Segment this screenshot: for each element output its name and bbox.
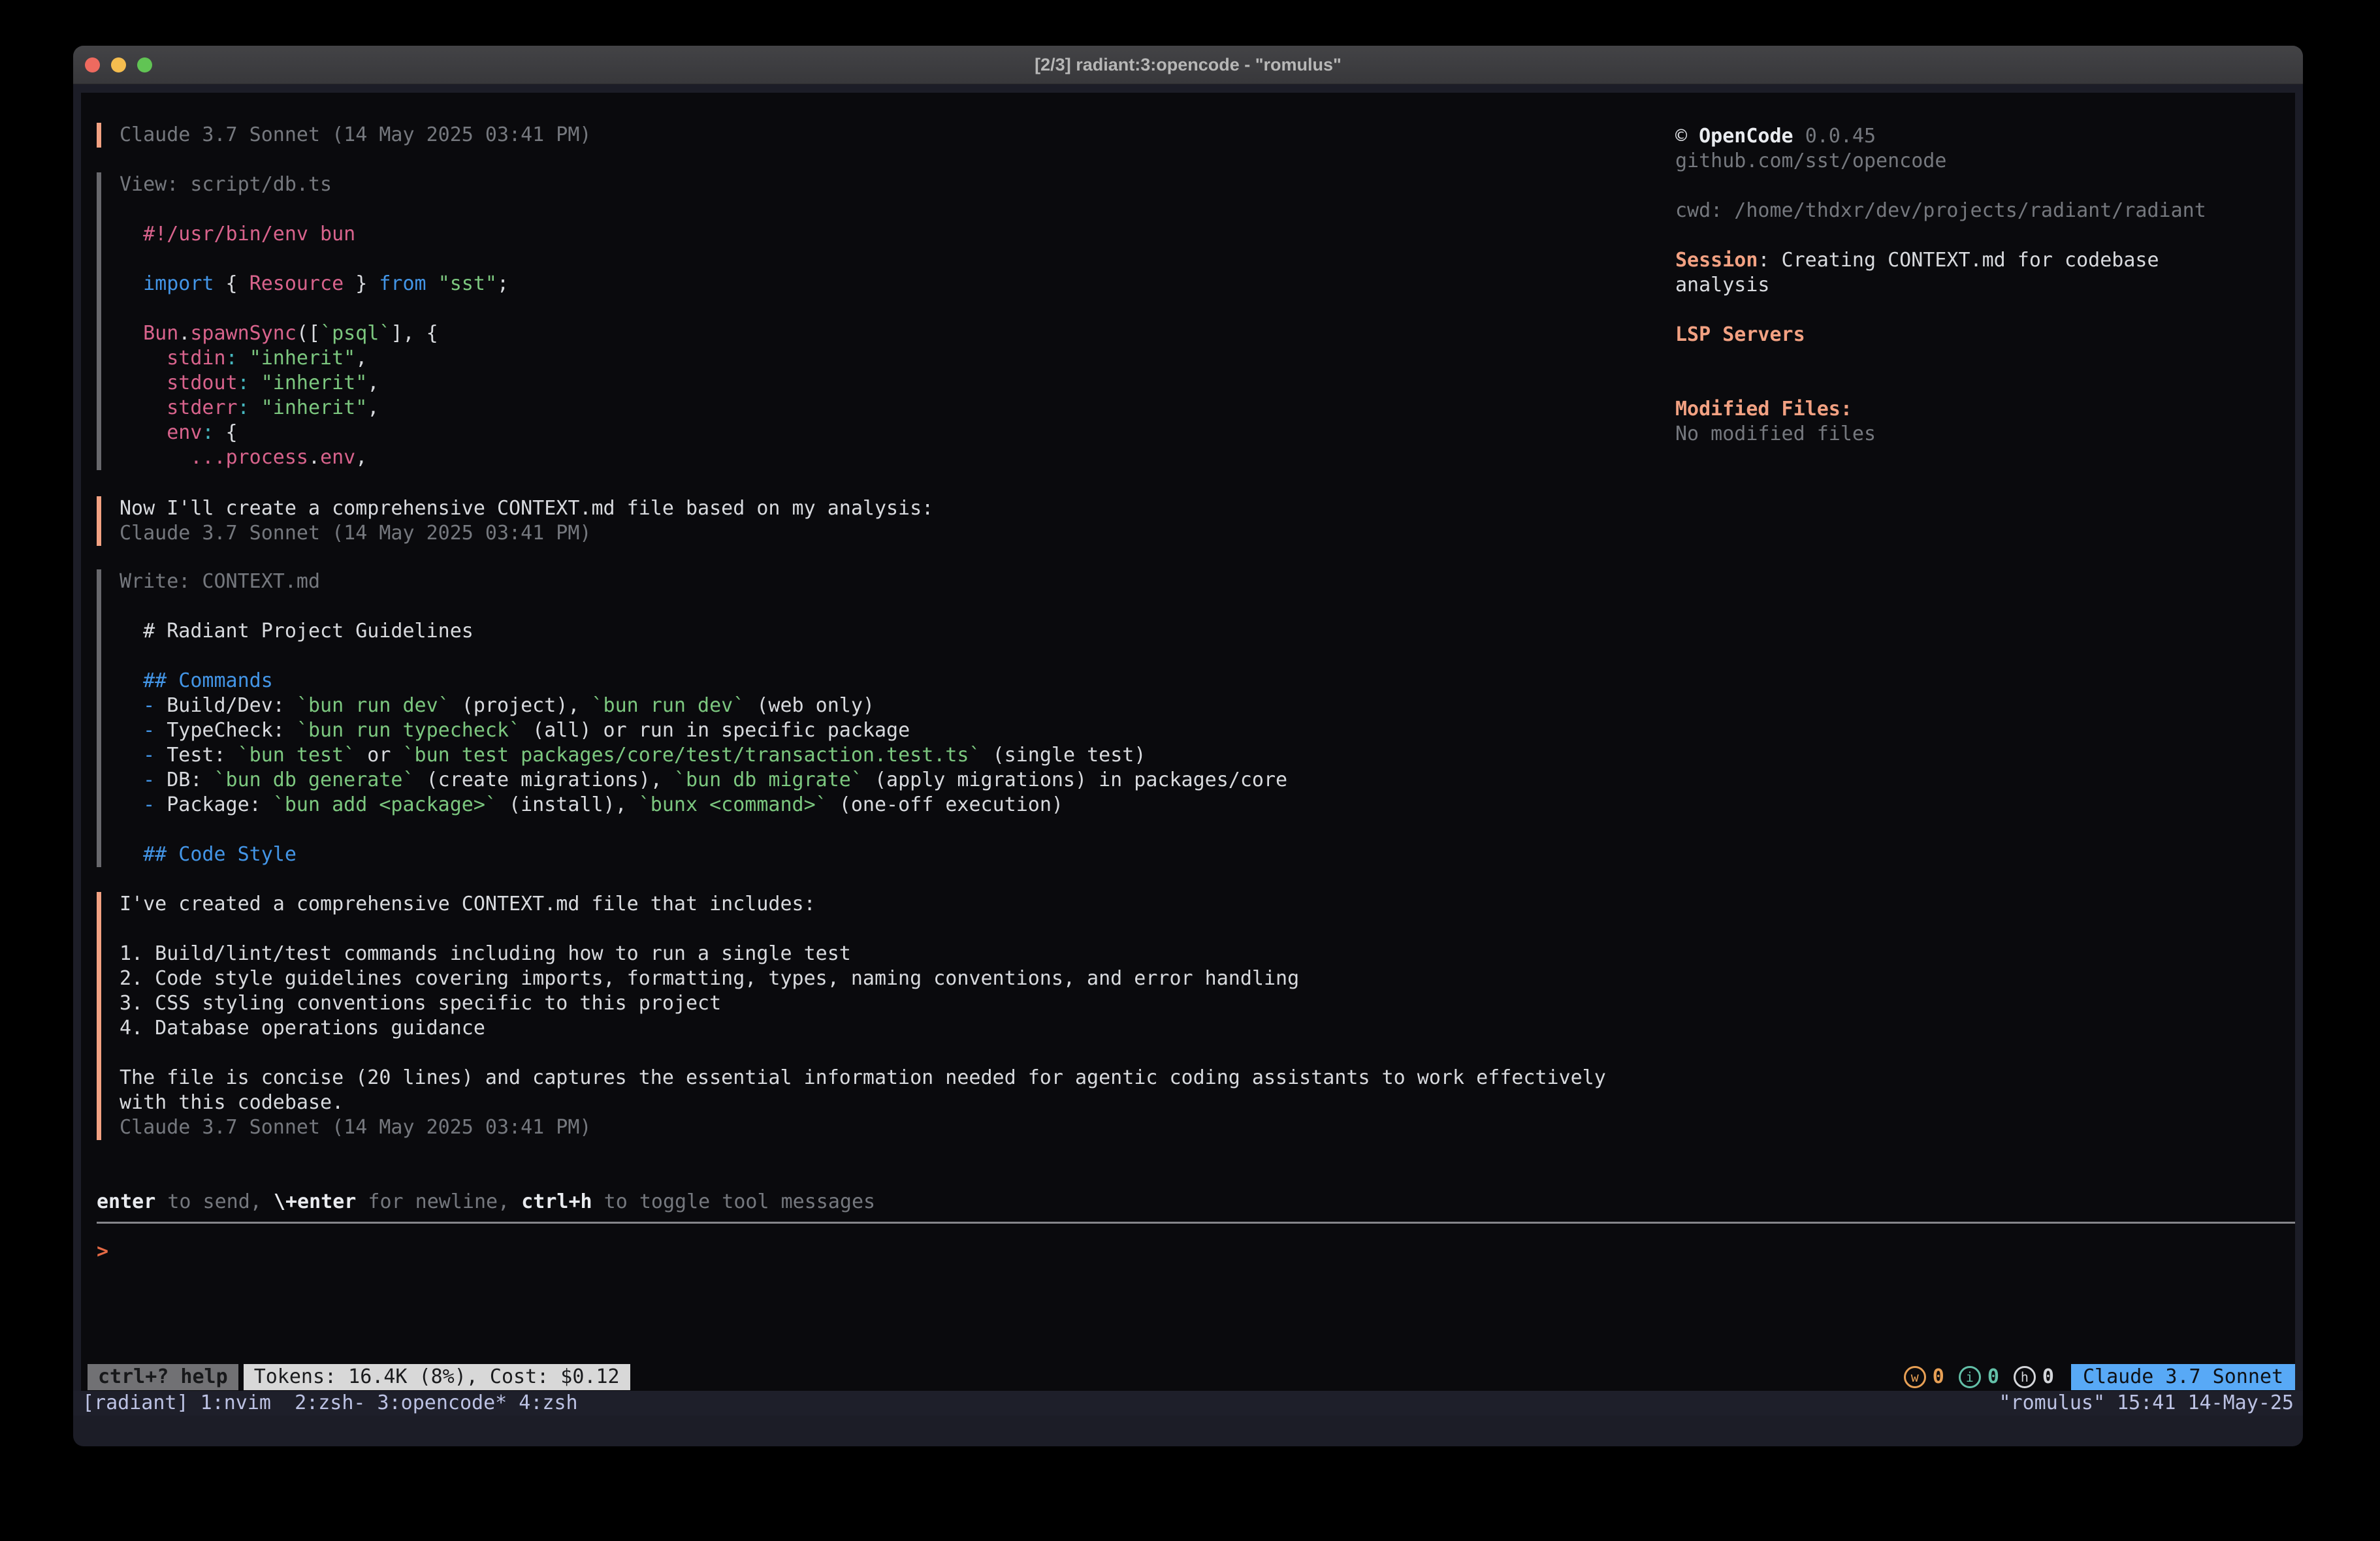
message-timestamp: Claude 3.7 Sonnet (14 May 2025 03:41 PM): [120, 1115, 1606, 1140]
code-line: [120, 296, 509, 321]
desktop: [2/3] radiant:3:opencode - "romulus" Cla…: [0, 0, 2380, 1541]
markdown-line: ## Commands: [120, 669, 1287, 693]
message-line: with this codebase.: [120, 1090, 1606, 1115]
sidebar-line: [1675, 174, 2289, 199]
tool-header: View: script/db.ts: [120, 172, 509, 197]
assistant-message-block: Now I'll create a comprehensive CONTEXT.…: [97, 496, 933, 546]
markdown-line: [120, 644, 1287, 669]
sidebar-line: [1675, 298, 2289, 323]
terminal-window: [2/3] radiant:3:opencode - "romulus" Cla…: [73, 46, 2303, 1446]
message-line: [120, 1041, 1606, 1066]
message-line: 1. Build/lint/test commands including ho…: [120, 942, 1606, 966]
traffic-lights: [85, 46, 152, 84]
tokens-cost-chip: Tokens: 16.4K (8%), Cost: $0.12: [244, 1364, 630, 1390]
markdown-line: - Package: `bun add <package>` (install)…: [120, 793, 1287, 818]
keybinding-hint: enter to send, \+enter for newline, ctrl…: [97, 1190, 2295, 1215]
app-title: © OpenCode 0.0.45: [1675, 124, 2289, 149]
message-line: 3. CSS styling conventions specific to t…: [120, 991, 1606, 1016]
message-line: The file is concise (20 lines) and captu…: [120, 1066, 1606, 1090]
hint-icon: h: [2014, 1366, 2036, 1388]
message-line: [120, 917, 1606, 942]
code-line: stdin: "inherit",: [120, 346, 509, 371]
session-title: Session: Creating CONTEXT.md for codebas…: [1675, 248, 2289, 273]
message-line: I've created a comprehensive CONTEXT.md …: [120, 892, 1606, 917]
close-button[interactable]: [85, 57, 100, 72]
session-title-wrap: analysis: [1675, 273, 2289, 298]
info-icon: i: [1959, 1366, 1981, 1388]
lsp-servers-heading: LSP Servers: [1675, 323, 2289, 347]
message-line: 2. Code style guidelines covering import…: [120, 966, 1606, 991]
hint-count-value: 0: [2042, 1365, 2054, 1390]
write-tool-block: Write: CONTEXT.md # Radiant Project Guid…: [97, 569, 1287, 867]
info-count: i 0: [1959, 1365, 1999, 1390]
markdown-line: # Radiant Project Guidelines: [120, 619, 1287, 644]
message-timestamp: Claude 3.7 Sonnet (14 May 2025 03:41 PM): [120, 123, 591, 148]
message-line: 4. Database operations guidance: [120, 1016, 1606, 1041]
message-line: Now I'll create a comprehensive CONTEXT.…: [120, 496, 933, 521]
modified-files-empty: No modified files: [1675, 422, 2289, 447]
tmux-host-time: "romulus" 15:41 14-May-25: [1999, 1391, 2294, 1416]
warning-count-value: 0: [1933, 1365, 1944, 1390]
zoom-button[interactable]: [137, 57, 152, 72]
help-chip[interactable]: ctrl+? help: [88, 1364, 238, 1390]
minimize-button[interactable]: [111, 57, 126, 72]
input-divider: [97, 1222, 2295, 1224]
markdown-line: - Build/Dev: `bun run dev` (project), `b…: [120, 693, 1287, 718]
markdown-line: [120, 818, 1287, 842]
code-line: stderr: "inherit",: [120, 396, 509, 421]
message-timestamp: Claude 3.7 Sonnet (14 May 2025 03:41 PM): [120, 521, 933, 546]
markdown-line: ## Code Style: [120, 842, 1287, 867]
cwd-line: cwd: /home/thdxr/dev/projects/radiant/ra…: [1675, 199, 2289, 223]
titlebar[interactable]: [2/3] radiant:3:opencode - "romulus": [73, 46, 2303, 84]
markdown-line: [120, 594, 1287, 619]
diagnostics: w 0 i 0 h 0: [1904, 1365, 2054, 1390]
assistant-message-header-block: Claude 3.7 Sonnet (14 May 2025 03:41 PM): [97, 123, 591, 148]
model-badge[interactable]: Claude 3.7 Sonnet: [2071, 1364, 2295, 1390]
code-line: import { Resource } from "sst";: [120, 272, 509, 296]
window-title: [2/3] radiant:3:opencode - "romulus": [1035, 52, 1342, 77]
code-line: #!/usr/bin/env bun: [120, 222, 509, 247]
code-line: [120, 247, 509, 272]
prompt-caret: >: [97, 1240, 108, 1263]
opencode-statusbar: ctrl+? help Tokens: 16.4K (8%), Cost: $0…: [88, 1364, 2295, 1390]
tmux-statusbar: [radiant] 1:nvim 2:zsh- 3:opencode* 4:zs…: [73, 1391, 2303, 1416]
warning-count: w 0: [1904, 1365, 1944, 1390]
prompt-input[interactable]: >: [97, 1239, 2295, 1264]
code-line: ...process.env,: [120, 445, 509, 470]
code-line: env: {: [120, 421, 509, 445]
sidebar-line: [1675, 223, 2289, 248]
warning-icon: w: [1904, 1366, 1926, 1388]
tool-header: Write: CONTEXT.md: [120, 569, 1287, 594]
session-sidebar: © OpenCode 0.0.45 github.com/sst/opencod…: [1675, 124, 2289, 447]
view-tool-block: View: script/db.ts #!/usr/bin/env bun im…: [97, 172, 509, 470]
info-count-value: 0: [1987, 1365, 1999, 1390]
sidebar-line: [1675, 347, 2289, 372]
markdown-line: - Test: `bun test` or `bun test packages…: [120, 743, 1287, 768]
code-line: Bun.spawnSync([`psql`], {: [120, 321, 509, 346]
markdown-line: - DB: `bun db generate` (create migratio…: [120, 768, 1287, 793]
sidebar-line: [1675, 372, 2289, 397]
modified-files-heading: Modified Files:: [1675, 397, 2289, 422]
assistant-message-block: I've created a comprehensive CONTEXT.md …: [97, 892, 1606, 1140]
markdown-line: - TypeCheck: `bun run typecheck` (all) o…: [120, 718, 1287, 743]
tmux-session-windows[interactable]: [radiant] 1:nvim 2:zsh- 3:opencode* 4:zs…: [82, 1391, 578, 1416]
code-line: stdout: "inherit",: [120, 371, 509, 396]
code-line: [120, 197, 509, 222]
app-repo-url: github.com/sst/opencode: [1675, 149, 2289, 174]
opencode-tui: Claude 3.7 Sonnet (14 May 2025 03:41 PM)…: [81, 93, 2295, 1391]
hint-count: h 0: [2014, 1365, 2054, 1390]
